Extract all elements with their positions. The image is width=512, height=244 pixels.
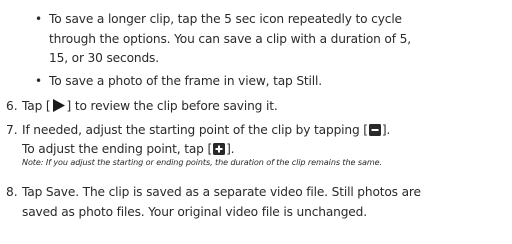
bullet-2-line-1: To save a photo of the frame in view, ta… — [49, 74, 322, 88]
step-7-line-1-after: ]. — [381, 123, 391, 137]
bullet-marker: • — [35, 12, 43, 26]
bullet-1-line-1: To save a longer clip, tap the 5 sec ico… — [49, 12, 402, 26]
step-6-text: Tap [ ] to review the clip before saving … — [22, 98, 278, 116]
step-7-line-1: If needed, adjust the starting point of … — [22, 122, 390, 140]
step-6-number: 6. — [6, 99, 18, 113]
step-8-line-2: saved as photo files. Your original vide… — [22, 205, 367, 219]
step-6-text-before: Tap [ — [22, 99, 51, 113]
step-6-text-after: ] to review the clip before saving it. — [66, 99, 278, 113]
play-icon — [52, 99, 66, 116]
bullet-1-line-2: through the options. You can save a clip… — [49, 32, 411, 46]
step-7-line-2-after: ]. — [226, 142, 235, 156]
minus-box-icon — [368, 124, 381, 140]
step-7-line-2-before: To adjust the ending point, tap [ — [22, 142, 213, 156]
bullet-1-line-3: 15, or 30 seconds. — [49, 51, 159, 65]
step-8-number: 8. — [6, 185, 18, 199]
step-7-number: 7. — [6, 123, 18, 137]
bullet-marker: • — [35, 74, 43, 88]
step-7-note: Note: If you adjust the starting or endi… — [22, 157, 383, 167]
step-8-line-1: Tap Save. The clip is saved as a separat… — [22, 185, 421, 199]
instruction-document: • To save a longer clip, tap the 5 sec i… — [0, 0, 512, 244]
step-7-line-1-before: If needed, adjust the starting point of … — [22, 123, 368, 137]
